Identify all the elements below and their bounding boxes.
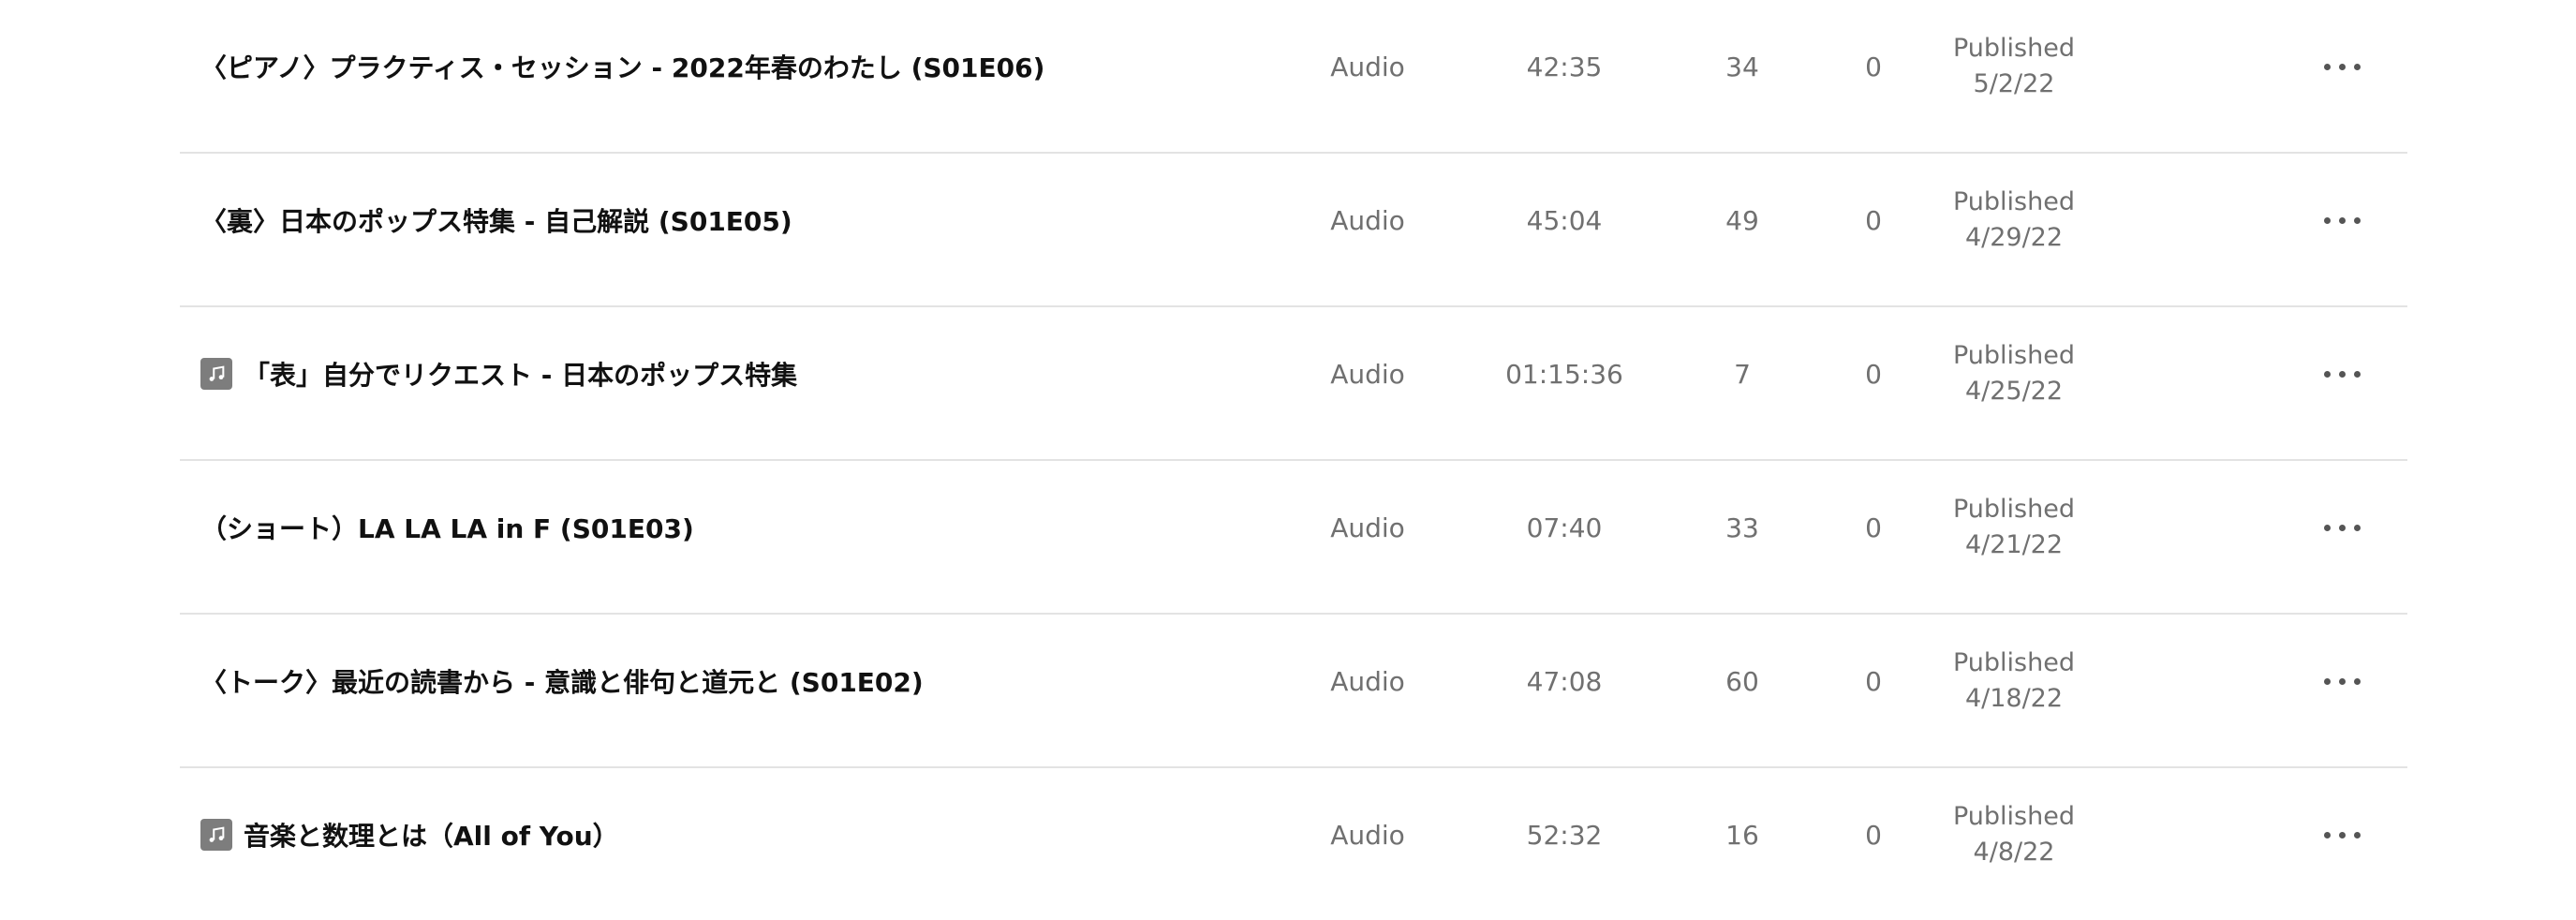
episode-row[interactable]: 〈トーク〉最近の読書から - 意識と俳句と道元と (S01E02) Audio …: [180, 615, 2407, 768]
episode-title[interactable]: 〈トーク〉最近の読書から - 意識と俳句と道元と (S01E02): [200, 615, 924, 748]
more-options-button[interactable]: [2304, 201, 2379, 239]
status-date: 4/8/22: [1973, 838, 2055, 867]
episode-title-text: （ショート）LA LA LA in F (S01E03): [200, 513, 694, 544]
more-options-button[interactable]: [2304, 509, 2379, 546]
episode-title[interactable]: 「表」自分でリクエスト - 日本のポップス特集: [200, 307, 797, 440]
episode-status: Published 5/2/22: [1920, 0, 2108, 133]
episode-plays: 16: [1725, 819, 1759, 851]
episode-type: Audio: [1330, 204, 1405, 236]
ellipsis-icon: [2353, 216, 2361, 224]
episode-status: Published 4/29/22: [1920, 154, 2108, 287]
episode-title-text: 「表」自分でリクエスト - 日本のポップス特集: [244, 360, 798, 391]
episode-count: 0: [1865, 665, 1882, 697]
status-label: Published: [1953, 495, 2075, 524]
episode-status: Published 4/18/22: [1920, 615, 2108, 748]
episode-status: Published 4/21/22: [1920, 461, 2108, 594]
episode-plays: 33: [1725, 512, 1759, 543]
ellipsis-icon: [2323, 216, 2331, 224]
episode-count: 0: [1865, 51, 1882, 82]
more-options-button[interactable]: [2304, 48, 2379, 85]
episode-title[interactable]: 〈裏〉日本のポップス特集 - 自己解説 (S01E05): [200, 154, 792, 287]
episode-title-text: 〈トーク〉最近の読書から - 意識と俳句と道元と (S01E02): [200, 667, 924, 698]
episode-title[interactable]: （ショート）LA LA LA in F (S01E03): [200, 461, 694, 594]
episode-title-text: 音楽と数理とは（All of You）: [244, 821, 619, 852]
episode-row[interactable]: 「表」自分でリクエスト - 日本のポップス特集 Audio 01:15:36 7…: [180, 307, 2407, 461]
ellipsis-icon: [2323, 370, 2331, 378]
status-label: Published: [1953, 648, 2075, 677]
episode-duration: 01:15:36: [1505, 358, 1623, 390]
ellipsis-icon: [2353, 524, 2361, 531]
music-note-icon: [200, 819, 232, 851]
more-options-button[interactable]: [2304, 662, 2379, 700]
episode-row[interactable]: 〈ピアノ〉プラクティス・セッション - 2022年春のわたし (S01E06) …: [180, 0, 2407, 154]
episode-count: 0: [1865, 204, 1882, 236]
ellipsis-icon: [2338, 524, 2346, 531]
status-label: Published: [1953, 341, 2075, 370]
ellipsis-icon: [2323, 831, 2331, 838]
status-label: Published: [1953, 802, 2075, 831]
episode-count: 0: [1865, 512, 1882, 543]
status-date: 4/25/22: [1964, 377, 2064, 406]
episode-plays: 34: [1725, 51, 1759, 82]
ellipsis-icon: [2338, 63, 2346, 70]
episode-duration: 07:40: [1526, 512, 1603, 543]
episode-plays: 60: [1725, 665, 1759, 697]
ellipsis-icon: [2353, 63, 2361, 70]
episode-row[interactable]: （ショート）LA LA LA in F (S01E03) Audio 07:40…: [180, 461, 2407, 615]
episode-plays: 7: [1734, 358, 1751, 390]
status-label: Published: [1953, 187, 2075, 216]
ellipsis-icon: [2323, 524, 2331, 531]
more-options-button[interactable]: [2304, 816, 2379, 853]
ellipsis-icon: [2353, 831, 2361, 838]
episode-duration: 47:08: [1526, 665, 1603, 697]
episode-count: 0: [1865, 358, 1882, 390]
episode-status: Published 4/8/22: [1920, 768, 2108, 901]
episode-row[interactable]: 〈裏〉日本のポップス特集 - 自己解説 (S01E05) Audio 45:04…: [180, 154, 2407, 307]
status-date: 5/2/22: [1973, 69, 2055, 98]
episode-plays: 49: [1725, 204, 1759, 236]
episode-type: Audio: [1330, 819, 1405, 851]
episode-count: 0: [1865, 819, 1882, 851]
more-options-button[interactable]: [2304, 355, 2379, 393]
episode-type: Audio: [1330, 51, 1405, 82]
status-label: Published: [1953, 34, 2075, 63]
ellipsis-icon: [2338, 216, 2346, 224]
ellipsis-icon: [2323, 677, 2331, 685]
status-date: 4/21/22: [1964, 530, 2064, 559]
ellipsis-icon: [2353, 370, 2361, 378]
episode-type: Audio: [1330, 358, 1405, 390]
episode-title-text: 〈裏〉日本のポップス特集 - 自己解説 (S01E05): [200, 206, 792, 237]
episode-table: 〈ピアノ〉プラクティス・セッション - 2022年春のわたし (S01E06) …: [180, 0, 2407, 920]
ellipsis-icon: [2353, 677, 2361, 685]
episode-title[interactable]: 〈ピアノ〉プラクティス・セッション - 2022年春のわたし (S01E06): [200, 0, 1044, 133]
status-date: 4/18/22: [1964, 684, 2064, 713]
episode-title[interactable]: 音楽と数理とは（All of You）: [200, 768, 619, 901]
episode-row[interactable]: 音楽と数理とは（All of You） Audio 52:32 16 0 Pub…: [180, 768, 2407, 920]
ellipsis-icon: [2338, 831, 2346, 838]
ellipsis-icon: [2338, 677, 2346, 685]
episode-type: Audio: [1330, 665, 1405, 697]
episode-duration: 45:04: [1526, 204, 1603, 236]
status-date: 4/29/22: [1964, 223, 2064, 252]
ellipsis-icon: [2338, 370, 2346, 378]
episode-duration: 42:35: [1526, 51, 1603, 82]
episode-status: Published 4/25/22: [1920, 307, 2108, 440]
episode-title-text: 〈ピアノ〉プラクティス・セッション - 2022年春のわたし (S01E06): [200, 52, 1045, 83]
music-note-icon: [200, 358, 232, 390]
episode-duration: 52:32: [1526, 819, 1603, 851]
episode-type: Audio: [1330, 512, 1405, 543]
ellipsis-icon: [2323, 63, 2331, 70]
